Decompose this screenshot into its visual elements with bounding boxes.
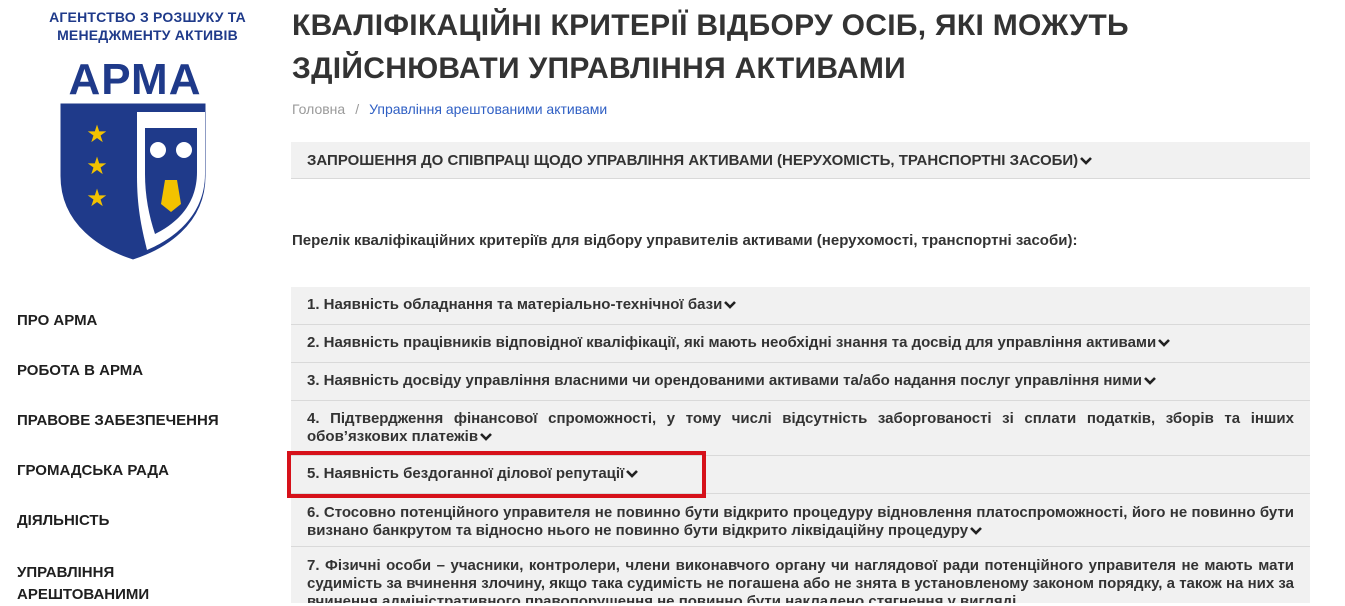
star-icon-3: ★ — [86, 185, 108, 212]
criterion-label-6: 6. Стосовно потенційного управителя не п… — [307, 504, 1294, 539]
breadcrumb-separator: / — [355, 101, 360, 117]
chevron-down-icon — [1080, 157, 1093, 165]
chevron-down-icon — [480, 433, 492, 441]
criterion-accordion-7[interactable]: 7. Фізичні особи – учасники, контролери,… — [291, 547, 1310, 603]
criterion-label-5: 5. Наявність бездоганної ділової репутац… — [307, 465, 625, 482]
nav-item-asset-management[interactable]: УПРАВЛІННЯ АРЕШТОВАНИМИ — [17, 562, 187, 606]
criterion-accordion-5[interactable]: 5. Наявність бездоганної ділової репутац… — [291, 456, 1310, 494]
chevron-down-icon — [1144, 377, 1156, 385]
criterion-label-3: 3. Наявність досвіду управління власними… — [307, 372, 1142, 389]
criterion-accordion-4[interactable]: 4. Підтвердження фінансової спроможності… — [291, 401, 1310, 456]
invite-accordion[interactable]: ЗАПРОШЕННЯ ДО СПІВПРАЦІ ЩОДО УПРАВЛІННЯ … — [291, 142, 1310, 179]
chevron-down-icon — [970, 527, 983, 535]
arma-logo[interactable]: АРМА ★ ★ ★ — [55, 56, 215, 266]
criterion-accordion-1[interactable]: 1. Наявність обладнання та матеріально-т… — [291, 287, 1310, 325]
chevron-down-icon — [1158, 339, 1171, 347]
logo-text: АРМА — [69, 56, 202, 104]
criterion-label-2: 2. Наявність працівників відповідної ква… — [307, 334, 1157, 351]
nav-item-about[interactable]: ПРО АРМА — [17, 312, 97, 329]
nav-item-jobs[interactable]: РОБОТА В АРМА — [17, 362, 143, 379]
chevron-down-icon — [626, 470, 639, 478]
criterion-label-1: 1. Наявність обладнання та матеріально-т… — [307, 296, 723, 313]
breadcrumb-home[interactable]: Головна — [292, 101, 345, 117]
invite-accordion-label: ЗАПРОШЕННЯ ДО СПІВПРАЦІ ЩОДО УПРАВЛІННЯ … — [307, 152, 1079, 169]
criterion-accordion-6[interactable]: 6. Стосовно потенційного управителя не п… — [291, 494, 1310, 547]
criteria-list-heading: Перелік кваліфікаційних критеріїв для ві… — [292, 232, 1078, 249]
nav-item-public-council[interactable]: ГРОМАДСЬКА РАДА — [17, 462, 169, 479]
logo-owl-eye-right — [176, 142, 192, 158]
nav-item-legal[interactable]: ПРАВОВЕ ЗАБЕЗПЕЧЕННЯ — [17, 412, 219, 429]
nav-item-activity[interactable]: ДІЯЛЬНІСТЬ — [17, 512, 109, 529]
criterion-accordion-2[interactable]: 2. Наявність працівників відповідної ква… — [291, 325, 1310, 363]
page-title: КВАЛІФІКАЦІЙНІ КРИТЕРІЇ ВІДБОРУ ОСІБ, ЯК… — [292, 9, 1129, 85]
breadcrumb: Головна / Управління арештованими активами — [292, 101, 607, 117]
criterion-accordion-3[interactable]: 3. Наявність досвіду управління власними… — [291, 363, 1310, 401]
agency-name: АГЕНТСТВО З РОЗШУКУ ТА МЕНЕДЖМЕНТУ АКТИВ… — [49, 9, 246, 43]
star-icon-2: ★ — [86, 153, 108, 180]
sidebar: АГЕНТСТВО З РОЗШУКУ ТА МЕНЕДЖМЕНТУ АКТИВ… — [0, 0, 270, 603]
breadcrumb-current[interactable]: Управління арештованими активами — [369, 101, 607, 117]
star-icon-1: ★ — [86, 121, 108, 148]
chevron-down-icon — [724, 301, 737, 309]
logo-owl-eye-left — [150, 142, 166, 158]
criterion-label-7: 7. Фізичні особи – учасники, контролери,… — [307, 557, 1294, 603]
criterion-label-4: 4. Підтвердження фінансової спроможності… — [307, 410, 1294, 445]
